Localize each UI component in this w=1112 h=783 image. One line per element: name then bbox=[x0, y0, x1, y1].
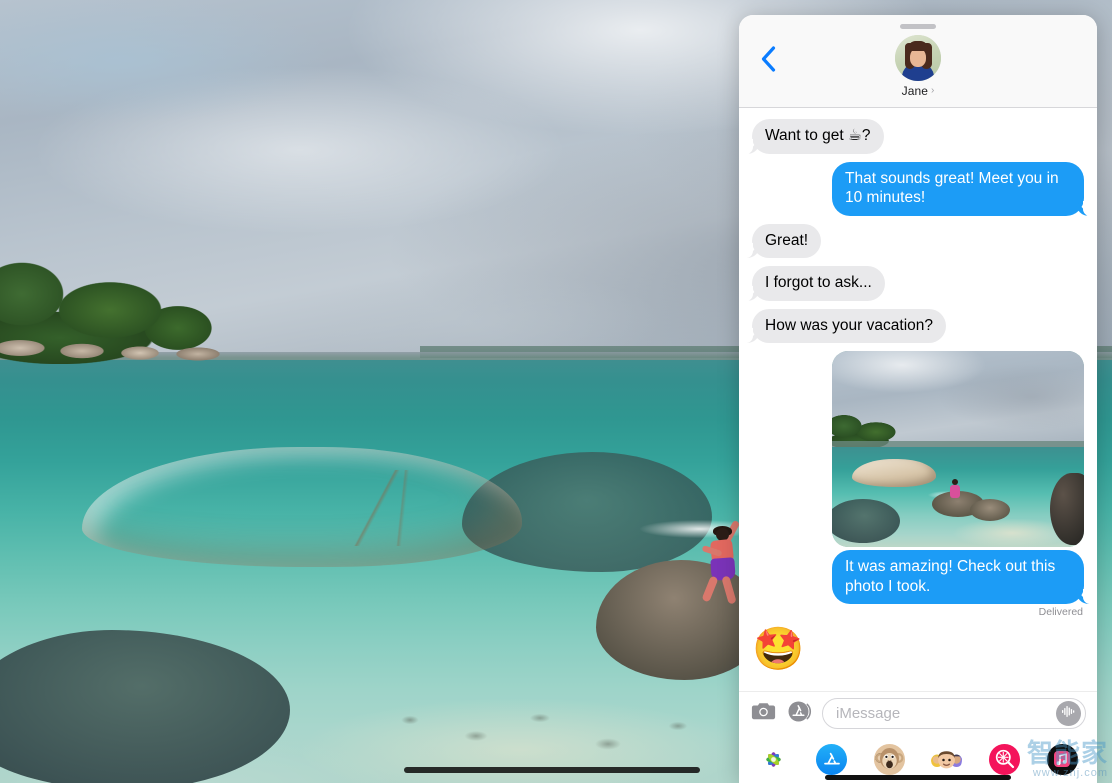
app-drawer-item-digital-touch[interactable] bbox=[976, 743, 1034, 775]
message-row: That sounds great! Meet you in 10 minute… bbox=[752, 161, 1090, 216]
wallpaper-boulder-cracks bbox=[300, 470, 460, 546]
message-row: Great! bbox=[745, 223, 1084, 258]
app-store-icon bbox=[787, 699, 812, 729]
app-drawer-item-appstore[interactable] bbox=[803, 743, 861, 775]
chevron-right-icon: › bbox=[931, 85, 935, 96]
message-bubble-outgoing[interactable]: That sounds great! Meet you in 10 minute… bbox=[832, 161, 1090, 216]
audio-message-button[interactable] bbox=[1056, 701, 1081, 726]
app-drawer-item-photos[interactable] bbox=[745, 743, 803, 775]
app-store-button[interactable] bbox=[786, 700, 813, 727]
message-emoji[interactable]: 🤩 bbox=[752, 626, 804, 672]
drag-handle[interactable] bbox=[900, 24, 936, 29]
audio-waveform-icon bbox=[1061, 705, 1076, 723]
message-input-placeholder: iMessage bbox=[836, 705, 901, 722]
monkey-animoji-icon bbox=[873, 743, 905, 775]
camera-button[interactable] bbox=[750, 700, 777, 727]
message-thread[interactable]: Want to get ☕? That sounds great! Meet y… bbox=[739, 108, 1097, 691]
message-input-bar: iMessage bbox=[739, 691, 1097, 735]
back-button[interactable] bbox=[751, 42, 785, 76]
imessage-app-drawer bbox=[739, 735, 1097, 783]
message-row: How was your vacation? bbox=[746, 308, 1084, 343]
contact-name: Jane bbox=[901, 84, 929, 98]
messages-panel: Jane › Want to get ☕? That sounds great!… bbox=[739, 15, 1097, 783]
home-indicator[interactable] bbox=[404, 767, 700, 773]
message-bubble-incoming[interactable]: I forgot to ask... bbox=[746, 266, 885, 301]
photo-attachment[interactable] bbox=[832, 351, 1084, 547]
message-bubble-incoming[interactable]: Want to get ☕? bbox=[746, 119, 884, 154]
message-row-emoji: 🤩 bbox=[752, 626, 1084, 672]
message-bubble-incoming[interactable]: How was your vacation? bbox=[746, 308, 946, 343]
wallpaper-island-rocks bbox=[0, 334, 250, 362]
message-row-photo: It was amazing! Check out this photo I t… bbox=[752, 351, 1090, 618]
drawer-home-indicator[interactable] bbox=[825, 775, 1011, 780]
conversation-header: Jane › bbox=[739, 15, 1097, 108]
contact-info-button[interactable]: Jane › bbox=[895, 35, 941, 98]
app-drawer-item-animoji[interactable] bbox=[860, 743, 918, 775]
message-row: I forgot to ask... bbox=[746, 266, 1084, 301]
memoji-icon bbox=[931, 743, 963, 775]
app-drawer-item-music[interactable] bbox=[1033, 743, 1091, 775]
back-chevron-icon bbox=[761, 46, 776, 72]
message-input-field[interactable]: iMessage bbox=[822, 698, 1086, 729]
music-icon bbox=[1046, 743, 1078, 775]
photos-icon bbox=[758, 743, 790, 775]
message-row: Want to get ☕? bbox=[746, 119, 1084, 154]
message-bubble-outgoing-caption[interactable]: It was amazing! Check out this photo I t… bbox=[832, 550, 1090, 604]
app-store-icon bbox=[816, 743, 847, 775]
avatar bbox=[895, 35, 941, 81]
digital-touch-icon bbox=[989, 743, 1021, 775]
message-bubble-incoming[interactable]: Great! bbox=[745, 223, 822, 258]
camera-icon bbox=[751, 701, 776, 726]
delivery-status: Delivered bbox=[1038, 606, 1083, 618]
app-drawer-item-memoji[interactable] bbox=[918, 743, 976, 775]
